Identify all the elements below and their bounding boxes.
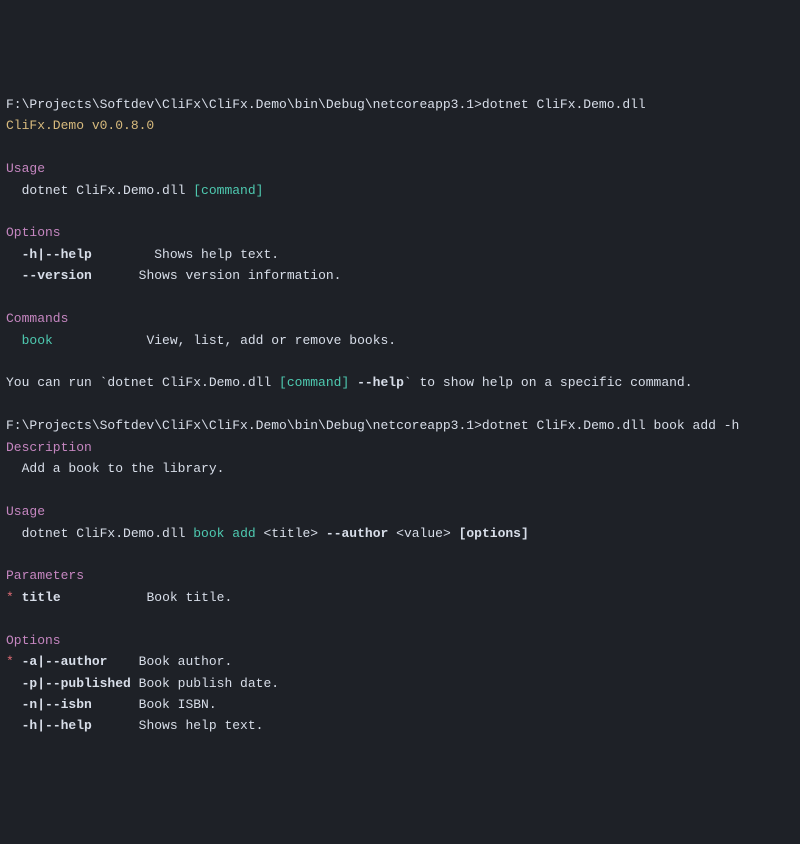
- usage-header-2: Usage: [6, 501, 794, 522]
- option-version: --version Shows version information.: [6, 265, 794, 286]
- parameter-desc: Book title.: [146, 590, 232, 605]
- option-flag: -h|--help: [22, 247, 92, 262]
- usage-exe: dotnet CliFx.Demo.dll: [6, 183, 193, 198]
- usage-line-2: dotnet CliFx.Demo.dll book add <title> -…: [6, 523, 794, 544]
- options-header: Options: [6, 222, 794, 243]
- command-desc: View, list, add or remove books.: [146, 333, 396, 348]
- usage-command-placeholder: [command]: [193, 183, 263, 198]
- command-name: book: [22, 333, 53, 348]
- commands-header: Commands: [6, 308, 794, 329]
- prompt-path: F:\Projects\Softdev\CliFx\CliFx.Demo\bin…: [6, 418, 482, 433]
- required-star: *: [6, 590, 14, 605]
- usage-header: Usage: [6, 158, 794, 179]
- command-book: book View, list, add or remove books.: [6, 330, 794, 351]
- parameters-header: Parameters: [6, 565, 794, 586]
- option-desc: Book author.: [139, 654, 233, 669]
- option-author: * -a|--author Book author.: [6, 651, 794, 672]
- required-star: *: [6, 654, 14, 669]
- prompt-line-1: F:\Projects\Softdev\CliFx\CliFx.Demo\bin…: [6, 94, 794, 115]
- prompt-command: dotnet CliFx.Demo.dll: [482, 97, 646, 112]
- hint-line: You can run `dotnet CliFx.Demo.dll [comm…: [6, 372, 794, 393]
- description-text: Add a book to the library.: [6, 458, 794, 479]
- parameter-title: * title Book title.: [6, 587, 794, 608]
- option-published: -p|--published Book publish date.: [6, 673, 794, 694]
- prompt-command: dotnet CliFx.Demo.dll book add -h: [482, 418, 739, 433]
- usage-line-1: dotnet CliFx.Demo.dll [command]: [6, 180, 794, 201]
- app-version: CliFx.Demo v0.0.8.0: [6, 115, 794, 136]
- option-desc: Shows help text.: [139, 718, 264, 733]
- option-flag: -a|--author: [22, 654, 108, 669]
- parameter-name: title: [22, 590, 61, 605]
- option-desc: Book ISBN.: [139, 697, 217, 712]
- option-flag: --version: [22, 268, 92, 283]
- option-isbn: -n|--isbn Book ISBN.: [6, 694, 794, 715]
- prompt-line-2: F:\Projects\Softdev\CliFx\CliFx.Demo\bin…: [6, 415, 794, 436]
- option-help-2: -h|--help Shows help text.: [6, 715, 794, 736]
- option-flag: -n|--isbn: [22, 697, 92, 712]
- prompt-path: F:\Projects\Softdev\CliFx\CliFx.Demo\bin…: [6, 97, 482, 112]
- option-desc: Shows help text.: [154, 247, 279, 262]
- option-help: -h|--help Shows help text.: [6, 244, 794, 265]
- option-desc: Shows version information.: [139, 268, 342, 283]
- option-flag: -p|--published: [22, 676, 131, 691]
- option-desc: Book publish date.: [139, 676, 279, 691]
- option-flag: -h|--help: [22, 718, 92, 733]
- description-header: Description: [6, 437, 794, 458]
- options-header-2: Options: [6, 630, 794, 651]
